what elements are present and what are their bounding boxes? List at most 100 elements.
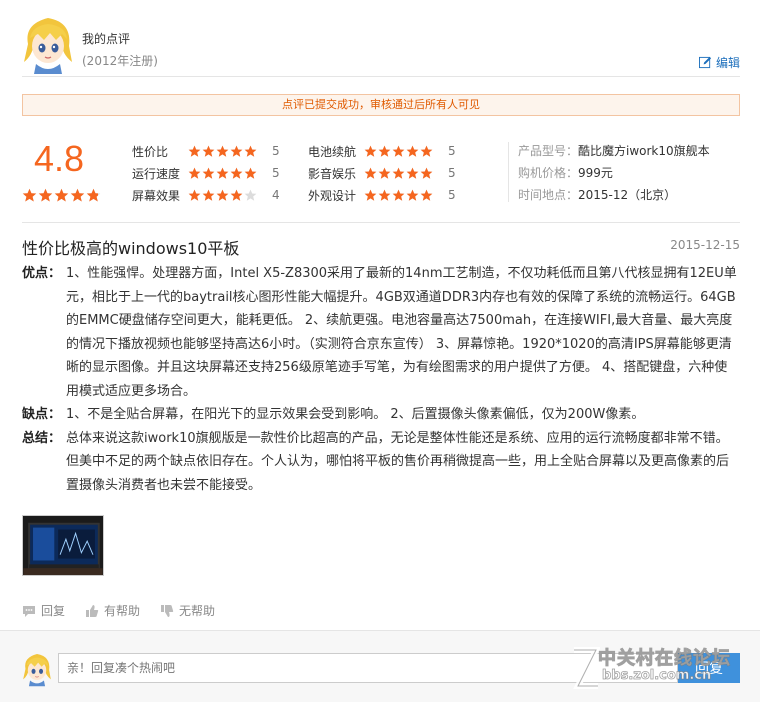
reply-avatar (23, 654, 51, 687)
review-title: 性价比极高的windows10平板 (22, 239, 240, 258)
rating-stars (188, 167, 270, 180)
star-filled-icon (406, 167, 419, 179)
registration-date: (2012年注册) (82, 54, 158, 68)
rating-row: 影音娱乐 5 (308, 164, 468, 182)
info-row: 时间地点： 2015-12（北京） (518, 186, 740, 208)
rating-stars (364, 167, 446, 180)
vertical-divider (508, 142, 509, 202)
rating-stars (364, 145, 446, 158)
star-empty-icon (244, 189, 257, 201)
star-partial-icon (86, 188, 101, 202)
rating-label: 外观设计 (308, 188, 357, 203)
pros-section: 优点： 1、性能强悍。处理器方面，Intel X5-Z8300采用了最新的14n… (22, 262, 740, 403)
star-filled-icon (378, 167, 391, 179)
info-row: 产品型号： 酷比魔方iwork10旗舰本 (518, 142, 740, 164)
rating-label: 性价比 (132, 144, 169, 159)
review-photo-thumbnail[interactable] (22, 515, 104, 576)
thumbs-up-icon (86, 604, 99, 617)
info-label: 产品型号： (518, 144, 579, 158)
user-avatar[interactable] (22, 14, 74, 74)
edit-label: 编辑 (715, 56, 740, 70)
star-filled-icon (230, 167, 243, 179)
info-row: 购机价格： 999元 (518, 164, 740, 186)
overall-score: 4.8 (34, 138, 85, 179)
edit-button[interactable]: 编辑 (698, 54, 740, 71)
star-filled-icon (216, 145, 229, 157)
star-filled-icon (188, 189, 201, 201)
rating-row: 运行速度 5 (132, 164, 292, 182)
purchase-price: 999元 (578, 166, 613, 180)
unhelpful-label: 无帮助 (179, 604, 216, 618)
rating-label: 屏幕效果 (132, 188, 181, 203)
rating-value: 5 (448, 166, 456, 180)
star-filled-icon (392, 145, 405, 157)
user-header: 我的点评 (2012年注册) 编辑 (22, 14, 740, 76)
star-filled-icon (420, 189, 433, 201)
star-filled-icon (54, 188, 69, 202)
rating-label: 电池续航 (308, 144, 357, 159)
star-filled-icon (230, 145, 243, 157)
star-filled-icon (244, 167, 257, 179)
star-filled-icon (202, 145, 215, 157)
comment-icon (23, 605, 35, 617)
review-date: 2015-12-15 (670, 238, 740, 252)
review-body: 优点： 1、性能强悍。处理器方面，Intel X5-Z8300采用了最新的14n… (22, 262, 740, 497)
star-filled-icon (406, 189, 419, 201)
product-info: 产品型号： 酷比魔方iwork10旗舰本 购机价格： 999元 时间地点： 20… (518, 142, 740, 208)
rating-value: 4 (272, 188, 280, 202)
rating-label: 运行速度 (132, 166, 181, 181)
submit-success-notice: 点评已提交成功，审核通过后所有人可见 (22, 94, 740, 116)
rating-row: 电池续航 5 (308, 142, 468, 160)
cons-section: 缺点： 1、不是全贴合屏幕，在阳光下的显示效果会受到影响。 2、后置摄像头像素偏… (22, 403, 740, 427)
star-filled-icon (392, 167, 405, 179)
reply-input[interactable] (58, 653, 678, 683)
cons-text: 1、不是全贴合屏幕，在阳光下的显示效果会受到影响。 2、后置摄像头像素偏低，仅为… (66, 407, 645, 422)
product-model[interactable]: 酷比魔方iwork10旗舰本 (578, 142, 710, 164)
star-filled-icon (378, 145, 391, 157)
info-label: 时间地点： (518, 188, 579, 202)
star-filled-icon (188, 167, 201, 179)
username[interactable]: 我的点评 (82, 30, 130, 47)
reply-action-label: 回复 (41, 604, 66, 618)
star-filled-icon (202, 189, 215, 201)
rating-stars (188, 189, 270, 202)
star-filled-icon (70, 188, 85, 202)
rating-stars (188, 145, 270, 158)
star-filled-icon (420, 145, 433, 157)
star-filled-icon (364, 189, 377, 201)
star-filled-icon (244, 145, 257, 157)
star-filled-icon (406, 145, 419, 157)
rating-value: 5 (448, 188, 456, 202)
pros-text: 1、性能强悍。处理器方面，Intel X5-Z8300采用了最新的14nm工艺制… (66, 266, 737, 399)
helpful-label: 有帮助 (104, 604, 141, 618)
helpful-action[interactable]: 有帮助 (85, 602, 140, 619)
star-filled-icon (188, 145, 201, 157)
star-filled-icon (216, 167, 229, 179)
cons-label: 缺点： (22, 407, 62, 422)
reply-submit-button[interactable]: 回复 (678, 653, 740, 683)
rating-label: 影音娱乐 (308, 166, 357, 181)
rating-value: 5 (272, 166, 280, 180)
rating-stars (364, 189, 446, 202)
rating-row: 屏幕效果 4 (132, 186, 292, 204)
star-filled-icon (392, 189, 405, 201)
review-actions: 回复 有帮助 无帮助 (22, 602, 215, 619)
star-filled-icon (378, 189, 391, 201)
star-filled-icon (22, 188, 37, 202)
reply-action[interactable]: 回复 (22, 602, 65, 619)
unhelpful-action[interactable]: 无帮助 (160, 602, 215, 619)
rating-value: 5 (448, 144, 456, 158)
summary-label: 总结： (22, 430, 62, 446)
info-label: 购机价格： (518, 166, 579, 180)
star-filled-icon (216, 189, 229, 201)
overall-stars (22, 188, 101, 203)
rating-value: 5 (272, 144, 280, 158)
summary-text: 总体来说这款iwork10旗舰版是一款性价比超高的产品，无论是整体性能还是系统、… (66, 430, 730, 493)
rating-row: 性价比 5 (132, 142, 292, 160)
pros-label: 优点： (22, 266, 62, 281)
header-divider (22, 76, 740, 77)
star-filled-icon (420, 167, 433, 179)
rating-summary: 4.8 性价比 5 运行速度 5 屏幕效果 4 电池续航 5 影音娱乐 5 外观… (22, 138, 740, 212)
rating-divider (22, 222, 740, 223)
star-filled-icon (364, 145, 377, 157)
